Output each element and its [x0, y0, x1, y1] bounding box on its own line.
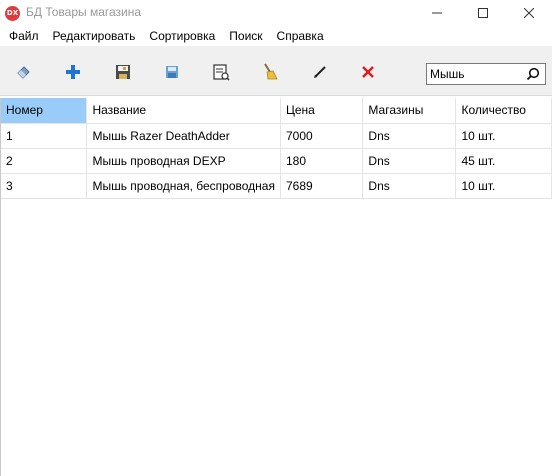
cell-quantity[interactable]: 45 шт.: [455, 148, 552, 174]
menu-search[interactable]: Поиск: [224, 29, 267, 43]
menu-file[interactable]: Файл: [4, 29, 44, 43]
edit-pencil-icon: [314, 66, 326, 78]
window-title: БД Товары магазина: [26, 5, 142, 19]
cell-name[interactable]: Мышь проводная, беспроводная: [86, 173, 281, 199]
cell-quantity[interactable]: 10 шт.: [455, 173, 552, 199]
close-icon: [524, 8, 534, 18]
table-row[interactable]: 1 Мышь Razer DeathAdder 7000 Dns 10 шт.: [1, 123, 552, 149]
add-icon: [66, 65, 80, 79]
column-header-name[interactable]: Название: [86, 98, 281, 124]
delete-button[interactable]: [357, 61, 379, 83]
search-input[interactable]: [429, 65, 521, 83]
cell-name[interactable]: Мышь проводная DEXP: [86, 148, 281, 174]
cell-number[interactable]: 3: [1, 173, 88, 199]
cell-price[interactable]: 7000: [280, 123, 364, 149]
table-row[interactable]: 2 Мышь проводная DEXP 180 Dns 45 шт.: [1, 148, 552, 174]
save-disk-button[interactable]: [161, 61, 183, 83]
minimize-button[interactable]: [414, 0, 460, 26]
menu-bar: Файл Редактировать Сортировка Поиск Спра…: [0, 26, 552, 46]
minimize-icon: [432, 12, 442, 14]
cell-shops[interactable]: Dns: [362, 148, 457, 174]
data-grid: Номер Название Цена Магазины Количество …: [0, 98, 552, 476]
save-disk-icon: [166, 66, 178, 78]
column-header-price[interactable]: Цена: [280, 98, 364, 124]
cell-quantity[interactable]: 10 шт.: [455, 123, 552, 149]
cell-price[interactable]: 180: [280, 148, 364, 174]
clear-button[interactable]: [259, 61, 281, 83]
print-preview-button[interactable]: [210, 61, 232, 83]
table-row[interactable]: 3 Мышь проводная, беспроводная 7689 Dns …: [1, 173, 552, 199]
cell-number[interactable]: 1: [1, 123, 88, 149]
menu-help[interactable]: Справка: [272, 29, 329, 43]
delete-icon: [362, 66, 374, 78]
search-icon[interactable]: [526, 67, 540, 81]
broom-icon: [264, 63, 278, 80]
column-header-number[interactable]: Номер: [1, 98, 88, 124]
close-button[interactable]: [506, 0, 552, 26]
search-box: [426, 63, 546, 85]
save-button[interactable]: [112, 61, 134, 83]
column-header-shops[interactable]: Магазины: [362, 98, 457, 124]
products-table: Номер Название Цена Магазины Количество …: [1, 98, 552, 199]
title-bar: DX БД Товары магазина: [0, 0, 552, 26]
cell-shops[interactable]: Dns: [362, 173, 457, 199]
maximize-button[interactable]: [460, 0, 506, 26]
eraser-icon: [17, 66, 30, 79]
edit-button[interactable]: [309, 61, 331, 83]
maximize-icon: [478, 8, 488, 18]
app-logo-icon: DX: [5, 6, 20, 21]
menu-sort[interactable]: Сортировка: [144, 29, 220, 43]
save-icon: [116, 65, 130, 79]
menu-edit[interactable]: Редактировать: [48, 29, 141, 43]
add-button[interactable]: [62, 61, 84, 83]
cell-number[interactable]: 2: [1, 148, 88, 174]
print-preview-icon: [213, 64, 230, 81]
eraser-button[interactable]: [13, 61, 35, 83]
column-header-quantity[interactable]: Количество: [455, 98, 552, 124]
header-row: Номер Название Цена Магазины Количество: [1, 98, 552, 124]
cell-price[interactable]: 7689: [280, 173, 364, 199]
cell-shops[interactable]: Dns: [362, 123, 457, 149]
cell-name[interactable]: Мышь Razer DeathAdder: [86, 123, 281, 149]
